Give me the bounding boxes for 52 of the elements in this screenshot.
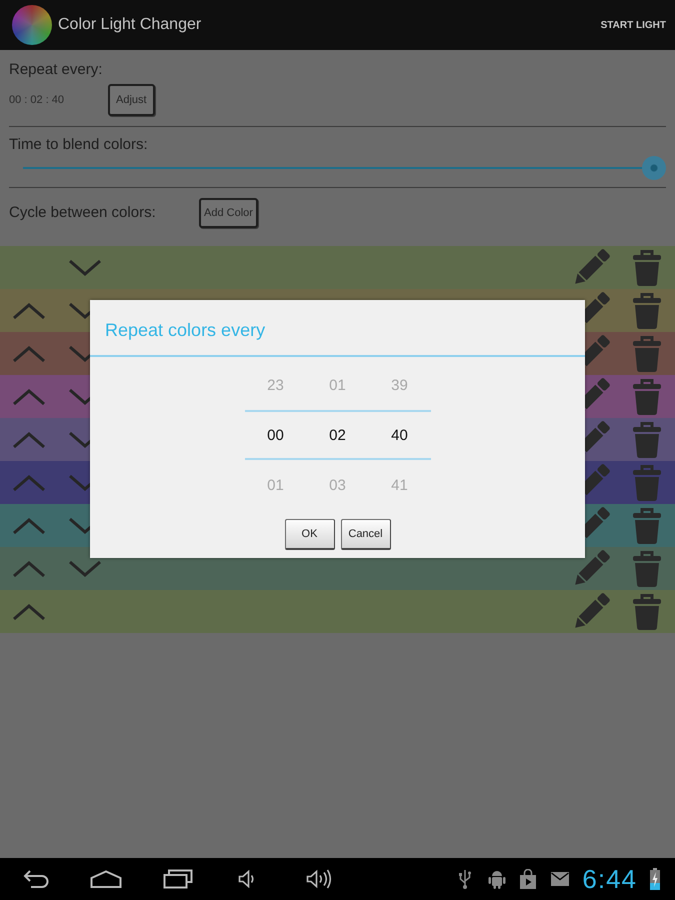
chevron-up-icon[interactable] (12, 344, 46, 362)
recent-apps-icon[interactable] (163, 869, 193, 889)
color-row[interactable] (0, 590, 675, 633)
trash-icon[interactable] (632, 464, 662, 500)
ok-button[interactable]: OK (284, 519, 334, 550)
start-light-button[interactable]: START LIGHT (598, 16, 668, 34)
trash-icon[interactable] (632, 336, 662, 372)
chevron-up-icon[interactable] (12, 516, 46, 534)
picker-value[interactable]: 41 (368, 460, 430, 510)
dialog-title: Repeat colors every (105, 318, 266, 340)
clock-time: 6:44 (582, 864, 637, 894)
chevron-up-icon[interactable] (12, 430, 46, 448)
chevron-up-icon[interactable] (12, 560, 46, 578)
trash-icon[interactable] (632, 422, 662, 458)
trash-icon[interactable] (632, 594, 662, 630)
trash-icon[interactable] (632, 508, 662, 544)
cycle-label: Cycle between colors: (9, 203, 156, 223)
color-row[interactable] (0, 246, 675, 289)
picker-value[interactable]: 02 (306, 410, 368, 460)
picker-value[interactable]: 03 (306, 460, 368, 510)
trash-icon[interactable] (632, 378, 662, 414)
home-icon[interactable] (90, 870, 122, 888)
cancel-button[interactable]: Cancel (340, 519, 390, 550)
chevron-up-icon[interactable] (12, 302, 46, 320)
volume-down-icon[interactable] (238, 870, 256, 888)
back-icon[interactable] (22, 869, 50, 889)
picker-value[interactable]: 23 (244, 360, 306, 410)
app-title: Color Light Changer (58, 16, 202, 34)
battery-charging-icon (650, 868, 660, 890)
usb-icon (459, 869, 472, 889)
adjust-button[interactable]: Adjust (108, 84, 155, 116)
shopping-bag-icon (519, 869, 538, 889)
picker-value[interactable]: 40 (368, 410, 430, 460)
repeat-label: Repeat every: (9, 60, 102, 80)
picker-value[interactable]: 00 (244, 410, 306, 460)
chevron-up-icon[interactable] (12, 388, 46, 406)
picker-value[interactable]: 39 (368, 360, 430, 410)
color-wheel-icon (12, 5, 52, 45)
chevron-up-icon[interactable] (12, 474, 46, 492)
chevron-up-icon[interactable] (12, 602, 46, 620)
add-color-button[interactable]: Add Color (199, 198, 258, 228)
android-bug-icon (488, 869, 506, 889)
trash-icon[interactable] (632, 250, 662, 286)
volume-up-icon[interactable] (306, 869, 332, 889)
picker-value[interactable]: 01 (244, 460, 306, 510)
trash-icon[interactable] (632, 292, 662, 328)
blend-label: Time to blend colors: (9, 135, 148, 155)
mail-icon (551, 872, 570, 886)
slider-thumb[interactable] (642, 156, 666, 180)
trash-icon[interactable] (632, 550, 662, 586)
repeat-time: 00 : 02 : 40 (9, 94, 64, 106)
picker-value[interactable]: 01 (306, 360, 368, 410)
